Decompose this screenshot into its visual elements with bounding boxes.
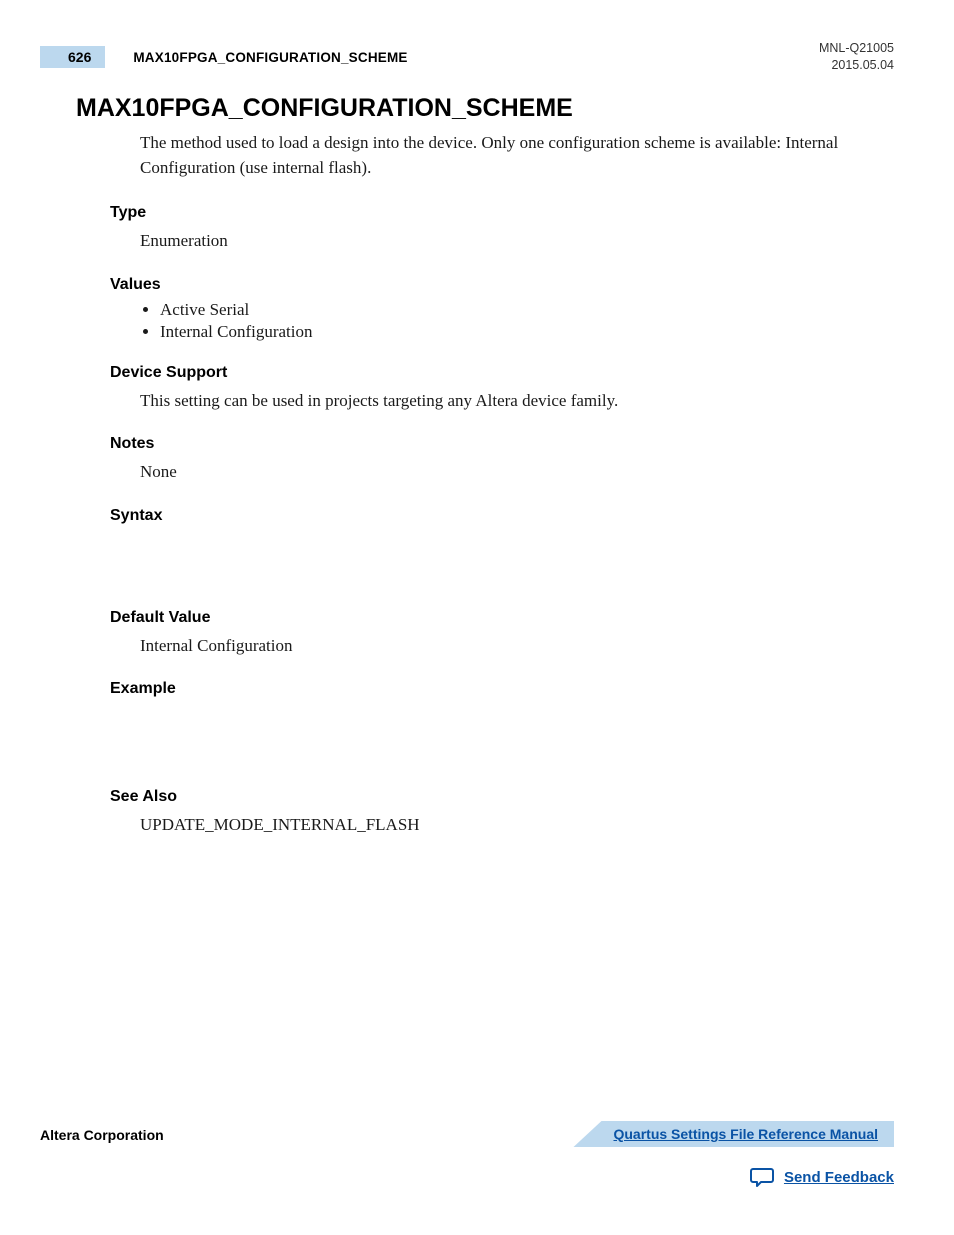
section-syntax: Syntax [110,507,894,525]
comment-bubble-icon [750,1167,774,1187]
list-item: Active Serial [160,300,894,320]
footer-row: Altera Corporation Quartus Settings File… [40,1121,894,1149]
section-body: This setting can be used in projects tar… [140,388,894,414]
page-title: MAX10FPGA_CONFIGURATION_SCHEME [76,94,894,123]
section-label: Syntax [110,507,894,525]
page-number: 626 [40,46,105,68]
feedback-row: Send Feedback [40,1167,894,1187]
spacer [76,720,894,788]
section-example: Example [110,680,894,698]
page-footer: Altera Corporation Quartus Settings File… [40,1121,894,1187]
section-label: Default Value [110,609,894,627]
page-bar: 626 MAX10FPGA_CONFIGURATION_SCHEME [40,46,408,68]
section-label: Device Support [110,364,894,382]
page-header: 626 MAX10FPGA_CONFIGURATION_SCHEME MNL-Q… [40,40,894,76]
section-default-value: Default Value Internal Configuration [110,609,894,659]
section-label: See Also [110,788,894,806]
section-label: Values [110,276,894,294]
section-label: Notes [110,435,894,453]
send-feedback-link[interactable]: Send Feedback [784,1169,894,1186]
running-title: MAX10FPGA_CONFIGURATION_SCHEME [133,50,407,65]
corporation-label: Altera Corporation [40,1127,164,1143]
doc-id: MNL-Q21005 [819,40,894,57]
section-label: Example [110,680,894,698]
section-values: Values Active Serial Internal Configurat… [110,276,894,342]
section-device-support: Device Support This setting can be used … [110,364,894,414]
section-body: Internal Configuration [140,633,894,659]
section-body: UPDATE_MODE_INTERNAL_FLASH [140,812,894,838]
doc-meta: MNL-Q21005 2015.05.04 [819,40,894,74]
doc-date: 2015.05.04 [819,57,894,74]
section-see-also: See Also UPDATE_MODE_INTERNAL_FLASH [110,788,894,838]
section-type: Type Enumeration [110,204,894,254]
content: MAX10FPGA_CONFIGURATION_SCHEME The metho… [76,94,894,838]
manual-title-link[interactable]: Quartus Settings File Reference Manual [573,1121,894,1147]
spacer [76,547,894,609]
section-notes: Notes None [110,435,894,485]
section-body: None [140,459,894,485]
values-list: Active Serial Internal Configuration [160,300,894,342]
list-item: Internal Configuration [160,322,894,342]
section-label: Type [110,204,894,222]
section-body: Enumeration [140,228,894,254]
intro-paragraph: The method used to load a design into th… [140,131,860,180]
